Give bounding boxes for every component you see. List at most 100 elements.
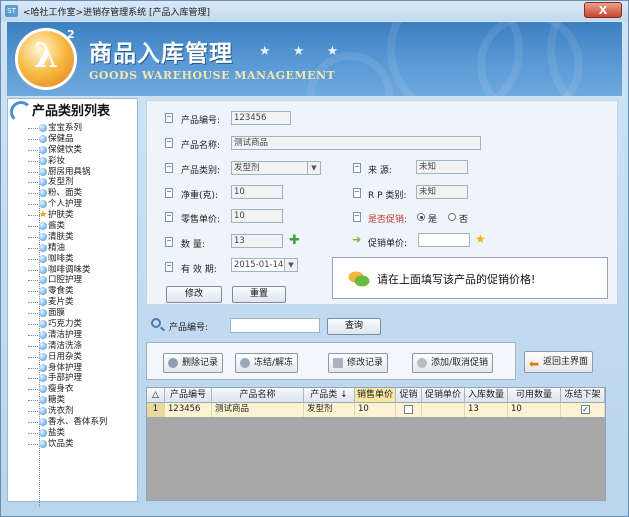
qty-label: 数 量: — [181, 240, 205, 250]
column-header[interactable]: 产品名称 — [212, 388, 304, 403]
retail-input[interactable]: 10 — [231, 209, 283, 223]
category-icon — [39, 330, 47, 339]
category-icon — [39, 341, 47, 350]
edit-record-button[interactable]: 修改记录 — [328, 353, 389, 373]
freeze-button[interactable]: 冻结/解冻 — [235, 353, 299, 373]
sidebar-item[interactable]: 香水、香体系列 — [20, 417, 136, 428]
sidebar-item[interactable]: 咖啡调味类 — [20, 265, 136, 276]
chevron-down-icon: ▼ — [284, 259, 297, 271]
promo-checkbox[interactable] — [404, 405, 413, 414]
table-cell-code[interactable]: 123456 — [165, 403, 212, 417]
search-input[interactable] — [230, 318, 320, 333]
column-header[interactable]: 冻结下架 — [561, 388, 605, 403]
sidebar-item[interactable]: 零食类 — [20, 286, 136, 297]
back-to-main-button[interactable]: ⬅ 返回主界面 — [524, 351, 594, 373]
sidebar-item[interactable]: 彩妆 — [20, 156, 136, 167]
sidebar-item-label: 发型剂 — [48, 177, 74, 188]
modify-button[interactable]: 修改 — [166, 286, 222, 303]
sidebar-title: 产品类别列表 — [32, 104, 111, 119]
sidebar-item[interactable]: 巧克力类 — [20, 319, 136, 330]
sidebar-item-label: 护肤类 — [48, 210, 74, 221]
column-header[interactable]: 产品编号 — [165, 388, 212, 403]
sidebar-item[interactable]: 粉、面类 — [20, 188, 136, 199]
source-input[interactable]: 未知 — [416, 160, 468, 174]
delete-record-button[interactable]: 删除记录 — [163, 353, 224, 373]
sidebar-item-label: 咖啡调味类 — [48, 264, 91, 275]
column-header[interactable]: 销售单价 — [355, 388, 396, 403]
column-header[interactable]: 促销 — [396, 388, 422, 403]
sidebar-item[interactable]: 手部护理 — [20, 373, 136, 384]
field-icon — [165, 188, 173, 198]
expiry-date-picker[interactable]: 2015-01-14 ▼ — [231, 258, 298, 272]
category-icon — [39, 167, 47, 176]
reset-button[interactable]: 重置 — [232, 286, 286, 303]
sidebar-item[interactable]: ★ 护肤类 — [20, 210, 136, 221]
promo-price-label: 促销单价: — [368, 239, 408, 249]
sidebar-item-label: 盐类 — [48, 427, 66, 438]
table-cell-promo-price[interactable] — [422, 403, 465, 417]
table-cell-index[interactable]: 1 — [147, 403, 165, 417]
sidebar-item[interactable]: 保健品 — [20, 134, 136, 145]
sidebar-item[interactable]: 洗衣剂 — [20, 406, 136, 417]
sidebar-item[interactable]: 清洁洗涤 — [20, 341, 136, 352]
sidebar-item[interactable]: 口腔护理 — [20, 275, 136, 286]
edit-icon — [333, 358, 343, 368]
sidebar-item[interactable]: 酱类 — [20, 221, 136, 232]
sidebar-item-label: 手部护理 — [48, 373, 83, 384]
toggle-promo-button[interactable]: 添加/取消促销 — [412, 353, 494, 373]
frozen-checkbox[interactable]: ✓ — [581, 405, 590, 414]
sidebar-item[interactable]: 饮品类 — [20, 439, 136, 450]
sidebar-item[interactable]: 瘦身衣 — [20, 384, 136, 395]
sidebar-item[interactable]: 清洁护理 — [20, 330, 136, 341]
sidebar-item[interactable]: 精油 — [20, 243, 136, 254]
category-icon — [39, 156, 47, 165]
sidebar-item[interactable]: 盐类 — [20, 428, 136, 439]
sidebar-item[interactable]: 厨房用具锅 — [20, 167, 136, 178]
name-input[interactable]: 测试商品 — [231, 136, 481, 150]
category-icon — [39, 407, 47, 416]
category-icon — [39, 134, 47, 143]
table-cell-promo[interactable] — [396, 403, 422, 417]
rp-input[interactable]: 未知 — [416, 185, 468, 199]
column-header[interactable]: 入库数量 — [465, 388, 508, 403]
column-header[interactable]: 可用数量 — [508, 388, 561, 403]
sidebar-item[interactable]: 宝宝系列 — [20, 123, 136, 134]
sidebar-item[interactable]: 个人护理 — [20, 199, 136, 210]
table-cell-category[interactable]: 发型剂 — [304, 403, 355, 417]
action-toolbar: 删除记录 冻结/解冻 修改记录 添加/取消促销 — [146, 342, 516, 380]
column-header[interactable]: 产品类 ↓ — [304, 388, 355, 403]
sidebar-item-label: 香水、香体系列 — [48, 417, 108, 428]
table-cell-price[interactable]: 10 — [355, 403, 396, 417]
sidebar-item[interactable]: 糖类 — [20, 395, 136, 406]
weight-input[interactable]: 10 — [231, 185, 283, 199]
promo-price-input[interactable] — [418, 233, 470, 247]
sidebar-item-label: 个人护理 — [48, 199, 83, 210]
qty-input[interactable]: 13 — [231, 234, 283, 248]
sidebar-item[interactable]: 麦片类 — [20, 297, 136, 308]
sidebar-item[interactable]: 清肤类 — [20, 232, 136, 243]
sidebar-item[interactable]: 身体护理 — [20, 363, 136, 374]
star-icon: ★ — [475, 232, 486, 246]
chevron-down-icon: ▼ — [307, 162, 320, 174]
query-button[interactable]: 查询 — [327, 318, 381, 335]
table-cell-frozen[interactable]: ✓ — [561, 403, 605, 417]
sidebar-item-label: 日用杂类 — [48, 351, 83, 362]
field-icon — [165, 138, 173, 148]
sidebar-item-label: 清肤类 — [48, 231, 74, 242]
promo-no-radio[interactable] — [448, 213, 456, 221]
sidebar-item[interactable]: 咖啡类 — [20, 254, 136, 265]
table-cell-available[interactable]: 10 — [508, 403, 561, 417]
sidebar-item[interactable]: 发型剂 — [20, 177, 136, 188]
add-icon[interactable]: ✚ — [289, 234, 300, 247]
sidebar-item[interactable]: 面膜 — [20, 308, 136, 319]
table-cell-stock-in[interactable]: 13 — [465, 403, 508, 417]
category-icon — [39, 374, 47, 383]
sidebar-item[interactable]: 日用杂类 — [20, 352, 136, 363]
category-select[interactable]: 发型剂 ▼ — [231, 161, 321, 175]
code-input[interactable]: 123456 — [231, 111, 291, 125]
promo-yes-radio[interactable] — [417, 213, 425, 221]
sidebar-item[interactable]: 保健饮类 — [20, 145, 136, 156]
table-cell-name[interactable]: 测试商品 — [212, 403, 304, 417]
close-button[interactable]: X — [584, 2, 622, 18]
column-header[interactable]: 促销单价 — [422, 388, 465, 403]
